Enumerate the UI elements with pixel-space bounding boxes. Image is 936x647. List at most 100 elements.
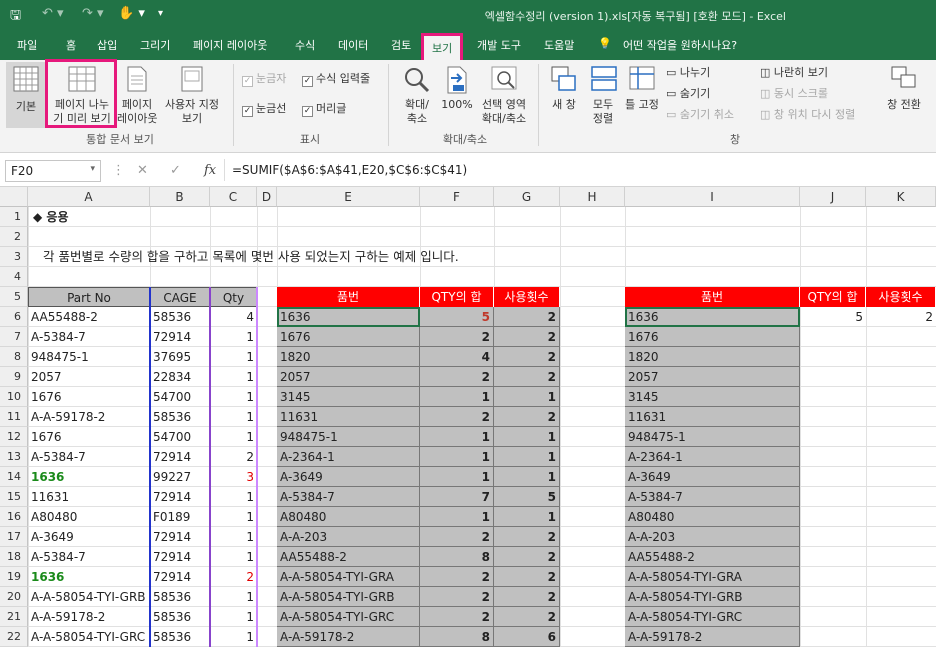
summary-qty-sum-cell[interactable]: 1 xyxy=(420,447,494,467)
summary-qty-sum-cell[interactable]: 2 xyxy=(420,407,494,427)
qty-cell[interactable]: 2 xyxy=(210,567,257,587)
row-header[interactable]: 17 xyxy=(0,527,28,547)
summary-qty-sum-cell[interactable]: 8 xyxy=(420,547,494,567)
gridlines-checkbox[interactable]: ✓ 눈금선 xyxy=(242,102,286,117)
part-no-cell[interactable]: A-A-59178-2 xyxy=(28,607,150,627)
summary-qty-sum-cell[interactable]: 5 xyxy=(420,307,494,327)
cage-cell[interactable]: 58536 xyxy=(150,407,210,427)
part-no-cell[interactable]: AA55488-2 xyxy=(28,307,150,327)
summary-part-cell[interactable]: A-A-58054-TYI-GRC xyxy=(277,607,420,627)
column-header[interactable]: C xyxy=(210,187,257,207)
tab-formulas[interactable]: 수식 xyxy=(295,37,315,53)
right-part-cell[interactable]: A-2364-1 xyxy=(625,447,800,467)
qty-cell[interactable]: 3 xyxy=(210,467,257,487)
insert-function-icon[interactable]: fx xyxy=(204,163,216,178)
normal-view-button[interactable]: 기본 xyxy=(6,62,46,128)
summary-part-cell[interactable]: A80480 xyxy=(277,507,420,527)
summary-part-cell[interactable]: 1676 xyxy=(277,327,420,347)
enter-icon[interactable]: ✓ xyxy=(170,163,181,178)
summary-part-cell[interactable]: 2057 xyxy=(277,367,420,387)
qty-cell[interactable]: 1 xyxy=(210,327,257,347)
summary-part-cell[interactable]: A-A-58054-TYI-GRA xyxy=(277,567,420,587)
part-no-cell[interactable]: 2057 xyxy=(28,367,150,387)
qty-cell[interactable]: 1 xyxy=(210,587,257,607)
tab-page-layout[interactable]: 페이지 레이아웃 xyxy=(193,37,267,53)
column-header[interactable]: H xyxy=(560,187,625,207)
page-layout-view-button[interactable]: 페이지 레이아웃 xyxy=(117,62,157,130)
tab-view[interactable]: 보기 xyxy=(421,33,464,60)
tab-developer[interactable]: 개발 도구 xyxy=(477,37,521,53)
summary-part-cell[interactable]: AA55488-2 xyxy=(277,547,420,567)
qty-cell[interactable]: 2 xyxy=(210,447,257,467)
summary-part-cell[interactable]: 1820 xyxy=(277,347,420,367)
right-part-cell[interactable]: AA55488-2 xyxy=(625,547,800,567)
summary-count-cell[interactable]: 6 xyxy=(494,627,560,647)
summary-part-cell[interactable]: A-2364-1 xyxy=(277,447,420,467)
summary-part-cell[interactable]: A-A-58054-TYI-GRB xyxy=(277,587,420,607)
summary-count-cell[interactable]: 1 xyxy=(494,427,560,447)
cage-cell[interactable]: 54700 xyxy=(150,387,210,407)
qty-cell[interactable]: 1 xyxy=(210,387,257,407)
cage-cell[interactable]: 72914 xyxy=(150,527,210,547)
name-box[interactable]: F20 ▾ xyxy=(5,160,101,182)
part-no-cell[interactable]: A-5384-7 xyxy=(28,547,150,567)
row-header[interactable]: 11 xyxy=(0,407,28,427)
row-header[interactable]: 16 xyxy=(0,507,28,527)
row-header[interactable]: 5 xyxy=(0,287,28,307)
row-header[interactable]: 10 xyxy=(0,387,28,407)
cage-cell[interactable]: 54700 xyxy=(150,427,210,447)
summary-count-cell[interactable]: 2 xyxy=(494,587,560,607)
qty-cell[interactable]: 1 xyxy=(210,407,257,427)
part-no-cell[interactable]: 1636 xyxy=(28,567,150,587)
reset-window-position-button[interactable]: ◫ 창 위치 다시 정렬 xyxy=(760,108,855,121)
summary-count-cell[interactable]: 1 xyxy=(494,447,560,467)
right-part-cell[interactable]: A-3649 xyxy=(625,467,800,487)
summary-qty-sum-cell[interactable]: 2 xyxy=(420,367,494,387)
part-no-cell[interactable]: A-A-59178-2 xyxy=(28,407,150,427)
summary-part-cell[interactable]: A-A-203 xyxy=(277,527,420,547)
column-header[interactable]: K xyxy=(866,187,936,207)
right-part-cell[interactable]: A-A-203 xyxy=(625,527,800,547)
row-header[interactable]: 9 xyxy=(0,367,28,387)
tab-review[interactable]: 검토 xyxy=(391,37,411,53)
tab-help[interactable]: 도움말 xyxy=(544,37,574,53)
qty-cell[interactable]: 1 xyxy=(210,607,257,627)
part-no-cell[interactable]: A-A-58054-TYI-GRC xyxy=(28,627,150,647)
row-header[interactable]: 22 xyxy=(0,627,28,647)
cage-cell[interactable]: 37695 xyxy=(150,347,210,367)
summary-qty-sum-cell[interactable]: 2 xyxy=(420,327,494,347)
row-header[interactable]: 21 xyxy=(0,607,28,627)
tab-draw[interactable]: 그리기 xyxy=(140,37,170,53)
worksheet[interactable]: A B C D E F G H I J K 1 2 3 4 5 6 7 8 9 10 11 12 13 14 15 16 17 18 19… xyxy=(0,187,936,647)
unhide-button[interactable]: ▭ 숨기기 취소 xyxy=(666,108,734,121)
view-side-by-side-button[interactable]: ◫ 나란히 보기 xyxy=(760,66,828,79)
headings-checkbox[interactable]: ✓ 머리글 xyxy=(302,102,346,117)
switch-windows-button[interactable]: 창 전환 xyxy=(878,62,930,130)
sync-scroll-button[interactable]: ◫ 동시 스크롤 xyxy=(760,87,828,100)
cage-cell[interactable]: 72914 xyxy=(150,547,210,567)
cage-cell[interactable]: 72914 xyxy=(150,447,210,467)
row-header[interactable]: 7 xyxy=(0,327,28,347)
part-no-cell[interactable]: 948475-1 xyxy=(28,347,150,367)
qty-cell[interactable]: 4 xyxy=(210,307,257,327)
arrange-all-button[interactable]: 모두 정렬 xyxy=(586,62,620,130)
part-no-cell[interactable]: 11631 xyxy=(28,487,150,507)
qty-cell[interactable]: 1 xyxy=(210,547,257,567)
summary-part-cell[interactable]: A-A-59178-2 xyxy=(277,627,420,647)
row-header[interactable]: 13 xyxy=(0,447,28,467)
summary-part-cell[interactable]: 3145 xyxy=(277,387,420,407)
row-header[interactable]: 4 xyxy=(0,267,28,287)
right-part-cell[interactable]: A-A-59178-2 xyxy=(625,627,800,647)
custom-views-button[interactable]: 사용자 지정 보기 xyxy=(160,62,224,130)
tell-me-search[interactable]: 어떤 작업을 원하시나요? xyxy=(623,37,737,53)
summary-count-cell[interactable]: 2 xyxy=(494,547,560,567)
column-header[interactable]: D xyxy=(257,187,277,207)
cage-cell[interactable]: 58536 xyxy=(150,587,210,607)
summary-qty-sum-cell[interactable]: 7 xyxy=(420,487,494,507)
cage-cell[interactable]: 22834 xyxy=(150,367,210,387)
hide-button[interactable]: ▭ 숨기기 xyxy=(666,87,710,100)
right-part-cell[interactable]: 11631 xyxy=(625,407,800,427)
column-header[interactable]: B xyxy=(150,187,210,207)
zoom-button[interactable]: 확대/ 축소 xyxy=(395,62,439,130)
row-header[interactable]: 2 xyxy=(0,227,28,247)
